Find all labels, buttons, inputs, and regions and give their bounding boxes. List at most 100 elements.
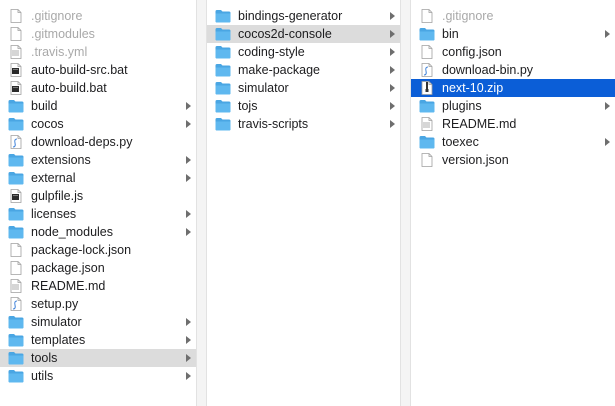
disclosure-arrow-icon: [186, 372, 191, 380]
file-row[interactable]: download-deps.py: [0, 133, 196, 151]
file-row[interactable]: package.json: [0, 259, 196, 277]
item-label: .gitmodules: [31, 27, 95, 41]
folder-row[interactable]: tojs: [207, 97, 400, 115]
disclosure-arrow-icon: [186, 228, 191, 236]
file-row[interactable]: .gitignore: [411, 7, 615, 25]
disclosure-arrow-icon: [186, 102, 191, 110]
document-icon: [419, 9, 435, 23]
disclosure-arrow-icon: [605, 138, 610, 146]
folder-row[interactable]: cocos2d-console: [207, 25, 400, 43]
item-label: README.md: [31, 279, 106, 293]
item-label: package.json: [31, 261, 105, 275]
file-row[interactable]: setup.py: [0, 295, 196, 313]
column-resize-handle[interactable]: [400, 0, 411, 406]
file-list-tools: bindings-generator cocos2d-console coding-…: [207, 7, 400, 133]
disclosure-arrow-icon: [605, 30, 610, 38]
folder-icon: [215, 27, 231, 41]
disclosure-arrow-icon: [186, 336, 191, 344]
item-label: utils: [31, 369, 54, 383]
folder-row[interactable]: extensions: [0, 151, 196, 169]
disclosure-arrow-icon: [390, 30, 395, 38]
item-label: extensions: [31, 153, 91, 167]
item-label: external: [31, 171, 76, 185]
folder-row[interactable]: utils: [0, 367, 196, 385]
file-row[interactable]: download-bin.py: [411, 61, 615, 79]
folder-icon: [215, 63, 231, 77]
folder-icon: [419, 135, 435, 149]
file-row[interactable]: auto-build-src.bat: [0, 61, 196, 79]
folder-row[interactable]: licenses: [0, 205, 196, 223]
file-row[interactable]: .gitmodules: [0, 25, 196, 43]
file-row[interactable]: version.json: [411, 151, 615, 169]
document-icon: [419, 45, 435, 59]
folder-row[interactable]: simulator: [0, 313, 196, 331]
item-label: bin: [442, 27, 459, 41]
text-document-icon: [8, 45, 24, 59]
executable-icon: [8, 189, 24, 203]
folder-icon: [215, 9, 231, 23]
script-icon: [419, 63, 435, 77]
script-icon: [8, 135, 24, 149]
folder-row[interactable]: external: [0, 169, 196, 187]
column-root[interactable]: .gitignore .gitmodules .travis.yml auto-bui…: [0, 0, 196, 406]
folder-icon: [8, 171, 24, 185]
folder-row[interactable]: coding-style: [207, 43, 400, 61]
file-row[interactable]: config.json: [411, 43, 615, 61]
file-row[interactable]: auto-build.bat: [0, 79, 196, 97]
file-row[interactable]: next-10.zip: [411, 79, 615, 97]
folder-icon: [419, 27, 435, 41]
folder-icon: [215, 117, 231, 131]
folder-icon: [8, 117, 24, 131]
file-row[interactable]: .gitignore: [0, 7, 196, 25]
folder-row[interactable]: travis-scripts: [207, 115, 400, 133]
document-icon: [419, 153, 435, 167]
item-label: config.json: [442, 45, 502, 59]
folder-icon: [8, 333, 24, 347]
folder-row[interactable]: bindings-generator: [207, 7, 400, 25]
file-row[interactable]: .travis.yml: [0, 43, 196, 61]
disclosure-arrow-icon: [605, 102, 610, 110]
zip-archive-icon: [419, 81, 435, 95]
folder-row[interactable]: tools: [0, 349, 196, 367]
column-cocos2d-console[interactable]: .gitignore bin config.json download-bin.py n…: [411, 0, 615, 406]
column-resize-handle[interactable]: [196, 0, 207, 406]
text-document-icon: [8, 279, 24, 293]
document-icon: [8, 27, 24, 41]
item-label: .gitignore: [442, 9, 494, 23]
item-label: bindings-generator: [238, 9, 343, 23]
folder-row[interactable]: plugins: [411, 97, 615, 115]
file-row[interactable]: README.md: [0, 277, 196, 295]
item-label: setup.py: [31, 297, 79, 311]
column-browser: .gitignore .gitmodules .travis.yml auto-bui…: [0, 0, 615, 406]
item-label: cocos2d-console: [238, 27, 332, 41]
folder-row[interactable]: toexec: [411, 133, 615, 151]
folder-icon: [8, 369, 24, 383]
item-label: .travis.yml: [31, 45, 88, 59]
file-row[interactable]: gulpfile.js: [0, 187, 196, 205]
folder-row[interactable]: bin: [411, 25, 615, 43]
file-row[interactable]: README.md: [411, 115, 615, 133]
item-label: gulpfile.js: [31, 189, 84, 203]
text-document-icon: [419, 117, 435, 131]
document-icon: [8, 243, 24, 257]
item-label: plugins: [442, 99, 482, 113]
folder-row[interactable]: build: [0, 97, 196, 115]
item-label: cocos: [31, 117, 64, 131]
file-row[interactable]: package-lock.json: [0, 241, 196, 259]
executable-icon: [8, 63, 24, 77]
folder-row[interactable]: make-package: [207, 61, 400, 79]
folder-row[interactable]: cocos: [0, 115, 196, 133]
disclosure-arrow-icon: [390, 66, 395, 74]
folder-icon: [215, 99, 231, 113]
folder-icon: [8, 225, 24, 239]
column-tools[interactable]: bindings-generator cocos2d-console coding-…: [207, 0, 400, 406]
folder-row[interactable]: simulator: [207, 79, 400, 97]
item-label: auto-build-src.bat: [31, 63, 128, 77]
disclosure-arrow-icon: [390, 12, 395, 20]
item-label: coding-style: [238, 45, 305, 59]
folder-icon: [8, 207, 24, 221]
item-label: tojs: [238, 99, 258, 113]
folder-row[interactable]: templates: [0, 331, 196, 349]
folder-row[interactable]: node_modules: [0, 223, 196, 241]
item-label: download-bin.py: [442, 63, 534, 77]
